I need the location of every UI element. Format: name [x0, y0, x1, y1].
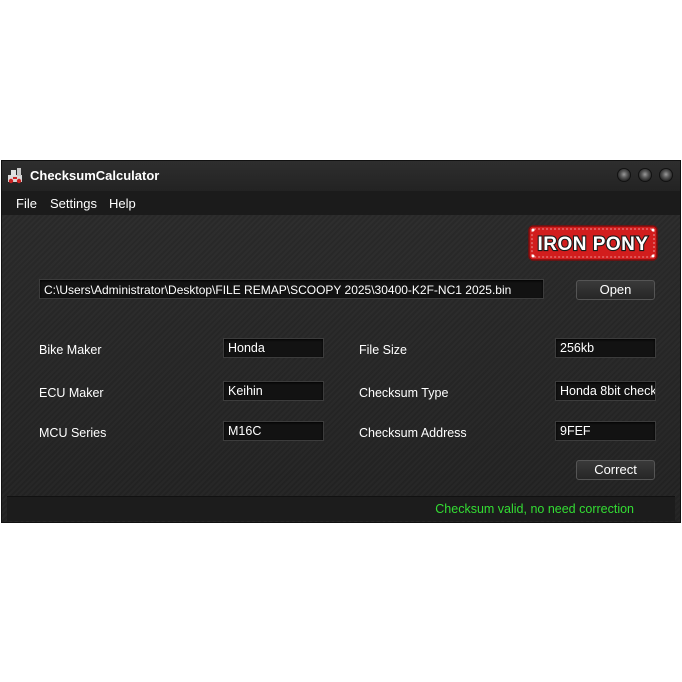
- ecu-maker-field[interactable]: Keihin: [223, 381, 324, 401]
- iron-pony-logo: IRON PONY: [528, 225, 658, 261]
- app-icon: [8, 168, 22, 184]
- bike-maker-field[interactable]: Honda: [223, 338, 324, 358]
- menu-bar: File Settings Help: [2, 191, 680, 215]
- open-button[interactable]: Open: [576, 280, 655, 300]
- maximize-button[interactable]: [639, 169, 651, 181]
- file-path-field[interactable]: C:\Users\Administrator\Desktop\FILE REMA…: [39, 279, 544, 299]
- mcu-series-label: MCU Series: [39, 426, 107, 440]
- checksum-address-label: Checksum Address: [359, 426, 467, 440]
- checksum-address-field[interactable]: 9FEF: [555, 421, 656, 441]
- window-title: ChecksumCalculator: [30, 168, 160, 183]
- menu-help[interactable]: Help: [109, 196, 136, 211]
- status-message: Checksum valid, no need correction: [435, 502, 634, 516]
- ecu-maker-label: ECU Maker: [39, 386, 104, 400]
- title-bar[interactable]: ChecksumCalculator: [2, 161, 680, 191]
- minimize-button[interactable]: [618, 169, 630, 181]
- menu-settings[interactable]: Settings: [50, 196, 97, 211]
- logo-text: IRON PONY: [537, 234, 648, 255]
- file-size-field[interactable]: 256kb: [555, 338, 656, 358]
- correct-button[interactable]: Correct: [576, 460, 655, 480]
- checksum-type-label: Checksum Type: [359, 386, 449, 400]
- status-bar: Checksum valid, no need correction: [7, 496, 675, 521]
- mcu-series-field[interactable]: M16C: [223, 421, 324, 441]
- app-window: ChecksumCalculator File Settings Help IR…: [1, 160, 681, 523]
- bike-maker-label: Bike Maker: [39, 343, 102, 357]
- menu-file[interactable]: File: [16, 196, 37, 211]
- checksum-type-field[interactable]: Honda 8bit check: [555, 381, 656, 401]
- close-button[interactable]: [660, 169, 672, 181]
- file-size-label: File Size: [359, 343, 407, 357]
